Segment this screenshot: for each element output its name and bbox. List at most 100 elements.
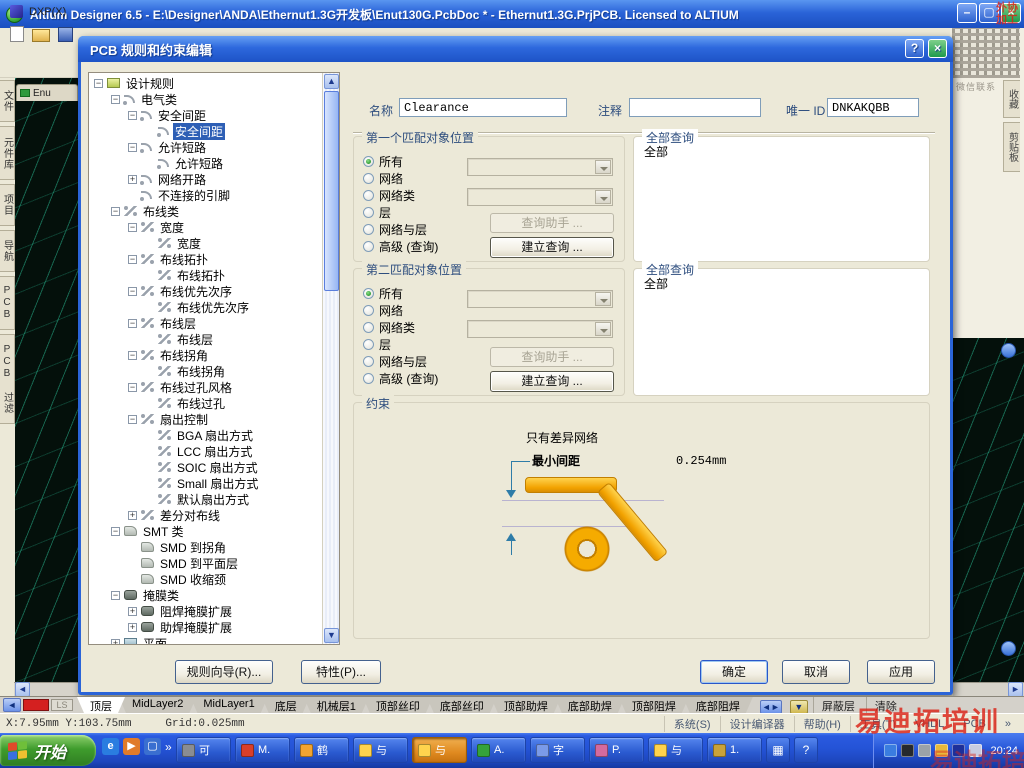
layer-tab-顶层[interactable]: 顶层 — [77, 697, 125, 713]
pcb-canvas-right[interactable] — [950, 338, 1024, 682]
tree-item[interactable]: − 设计规则 — [89, 75, 322, 91]
build-query-button[interactable]: 建立查询 ... — [490, 371, 614, 392]
layer-tab-机械层1[interactable]: 机械层1 — [304, 697, 369, 713]
collapse-icon[interactable]: − — [128, 222, 137, 232]
collapse-icon[interactable]: − — [111, 526, 120, 536]
tree-item[interactable]: Small 扇出方式 — [89, 475, 322, 491]
tree-item[interactable]: 允许短路 — [89, 155, 322, 171]
umbrella-icon[interactable] — [935, 744, 949, 757]
tree-item[interactable]: − 掩膜类 — [89, 587, 322, 603]
layer-tab-MidLayer1[interactable]: MidLayer1 — [190, 697, 267, 713]
layer-nav-icons[interactable]: ◄► — [759, 699, 782, 714]
tree-item[interactable]: − 布线拐角 — [89, 347, 322, 363]
radio-icon[interactable] — [363, 356, 374, 367]
left-tab-元件库[interactable]: 元件库 — [0, 126, 15, 180]
left-tab-项目[interactable]: 项目 — [0, 184, 15, 226]
radio-option[interactable]: 网络与层 — [363, 221, 438, 238]
layer-set-label[interactable]: LS — [51, 699, 73, 711]
disc-icon[interactable] — [918, 744, 932, 757]
name-field[interactable]: Clearance — [399, 98, 567, 117]
status-menu-item[interactable]: 帮助(H) — [793, 716, 850, 732]
status-menu-item[interactable]: 设计编译器 — [719, 716, 794, 732]
status-menu-item[interactable]: » — [994, 718, 1020, 730]
radio-option[interactable]: 网络 — [363, 170, 438, 187]
collapse-icon[interactable]: − — [128, 382, 137, 392]
scroll-down-icon[interactable]: ▼ — [324, 628, 339, 643]
messenger-icon[interactable] — [884, 744, 898, 757]
collapse-icon[interactable]: − — [128, 142, 137, 152]
start-button[interactable]: 开始 — [0, 735, 96, 766]
status-menu-item[interactable]: 系统(S) — [663, 716, 720, 732]
h-scrollbar-right[interactable]: ► — [953, 682, 1024, 697]
expand-icon[interactable]: + — [128, 510, 137, 520]
layer-tab-顶部助焊[interactable]: 顶部助焊 — [491, 697, 561, 713]
panel-scroll-icon[interactable] — [1001, 641, 1016, 656]
collapse-icon[interactable]: − — [128, 350, 137, 360]
collapse-icon[interactable]: − — [111, 590, 120, 600]
collapse-icon[interactable]: − — [128, 318, 137, 328]
apply-button[interactable]: 应用 — [867, 660, 935, 684]
radio-icon[interactable] — [363, 173, 374, 184]
radio-icon[interactable] — [363, 207, 374, 218]
network-icon[interactable] — [969, 744, 983, 757]
layer-tab-底部助焊[interactable]: 底部助焊 — [555, 697, 625, 713]
chevron-icon[interactable]: » — [165, 740, 172, 754]
media-player-icon[interactable]: ▶ — [123, 738, 140, 755]
layer-tab-顶部丝印[interactable]: 顶部丝印 — [363, 697, 433, 713]
right-tab-收藏[interactable]: 收藏 — [1003, 80, 1020, 118]
status-menu-item[interactable]: VHDL — [904, 718, 953, 730]
open-file-icon[interactable] — [32, 29, 50, 42]
dropdown-arrow-icon[interactable] — [595, 322, 611, 336]
collapse-icon[interactable]: − — [128, 286, 137, 296]
query-helper-button[interactable]: 查询助手 ... — [490, 213, 614, 233]
tree-item[interactable]: 宽度 — [89, 235, 322, 251]
scrollbar-thumb[interactable] — [324, 91, 339, 291]
layer-tab-底部阻焊[interactable]: 底部阻焊 — [683, 697, 753, 713]
cancel-button[interactable]: 取消 — [782, 660, 850, 684]
scroll-up-icon[interactable]: ▲ — [324, 74, 339, 89]
radio-option[interactable]: 网络与层 — [363, 353, 438, 370]
expand-icon[interactable]: + — [128, 622, 137, 632]
task-button[interactable]: 与 — [412, 737, 467, 763]
collapse-icon[interactable]: − — [128, 254, 137, 264]
tree-item[interactable]: 布线优先次序 — [89, 299, 322, 315]
tree-item[interactable]: + 网络开路 — [89, 171, 322, 187]
expand-icon[interactable]: + — [111, 638, 120, 644]
radio-option[interactable]: 层 — [363, 336, 438, 353]
active-layer-color[interactable] — [23, 699, 49, 711]
right-tab-剪贴板[interactable]: 剪贴板 — [1003, 122, 1020, 172]
help-icon[interactable]: ? — [794, 737, 818, 763]
layer-tab-顶部阻焊[interactable]: 顶部阻焊 — [619, 697, 689, 713]
maximize-icon[interactable]: ▢ — [979, 3, 999, 23]
close-icon[interactable]: × — [1001, 3, 1021, 23]
collapse-icon[interactable]: − — [94, 78, 103, 88]
dialog-help-icon[interactable]: ? — [905, 39, 924, 58]
save-file-icon[interactable] — [58, 27, 73, 42]
layer-tab-底部丝印[interactable]: 底部丝印 — [427, 697, 497, 713]
tree-item[interactable]: 不连接的引脚 — [89, 187, 322, 203]
task-button[interactable]: 与 — [648, 737, 703, 763]
task-button[interactable]: 与 — [353, 737, 408, 763]
dialog-close-icon[interactable]: × — [928, 39, 947, 58]
task-button[interactable]: 鹤 — [294, 737, 349, 763]
radio-option[interactable]: 所有 — [363, 153, 438, 170]
task-button[interactable]: A. — [471, 737, 526, 763]
document-tab[interactable]: Enu — [16, 84, 78, 101]
tree-item[interactable]: + 平面 — [89, 635, 322, 644]
panel-scroll-icon[interactable] — [1001, 343, 1016, 358]
task-button[interactable]: 1. — [707, 737, 762, 763]
collapse-icon[interactable]: − — [111, 94, 120, 104]
tree-item[interactable]: 安全间距 — [89, 122, 322, 140]
task-button[interactable]: 字 — [530, 737, 585, 763]
status-menu-item[interactable]: PCB — [953, 718, 995, 730]
tree-item[interactable]: − 布线层 — [89, 315, 322, 331]
tree-item[interactable]: 布线拐角 — [89, 363, 322, 379]
tree-scrollbar[interactable]: ▲ ▼ — [322, 73, 339, 644]
new-file-icon[interactable] — [10, 26, 24, 42]
tree-item[interactable]: SOIC 扇出方式 — [89, 459, 322, 475]
status-menu-item[interactable]: 工具(T) — [849, 716, 905, 732]
ie-icon[interactable]: e — [102, 738, 119, 755]
dropdown-arrow-icon[interactable] — [595, 190, 611, 204]
layer-filter-icon[interactable]: ▼ — [789, 699, 808, 714]
rule-wizard-button[interactable]: 规则向导(R)... — [175, 660, 273, 684]
